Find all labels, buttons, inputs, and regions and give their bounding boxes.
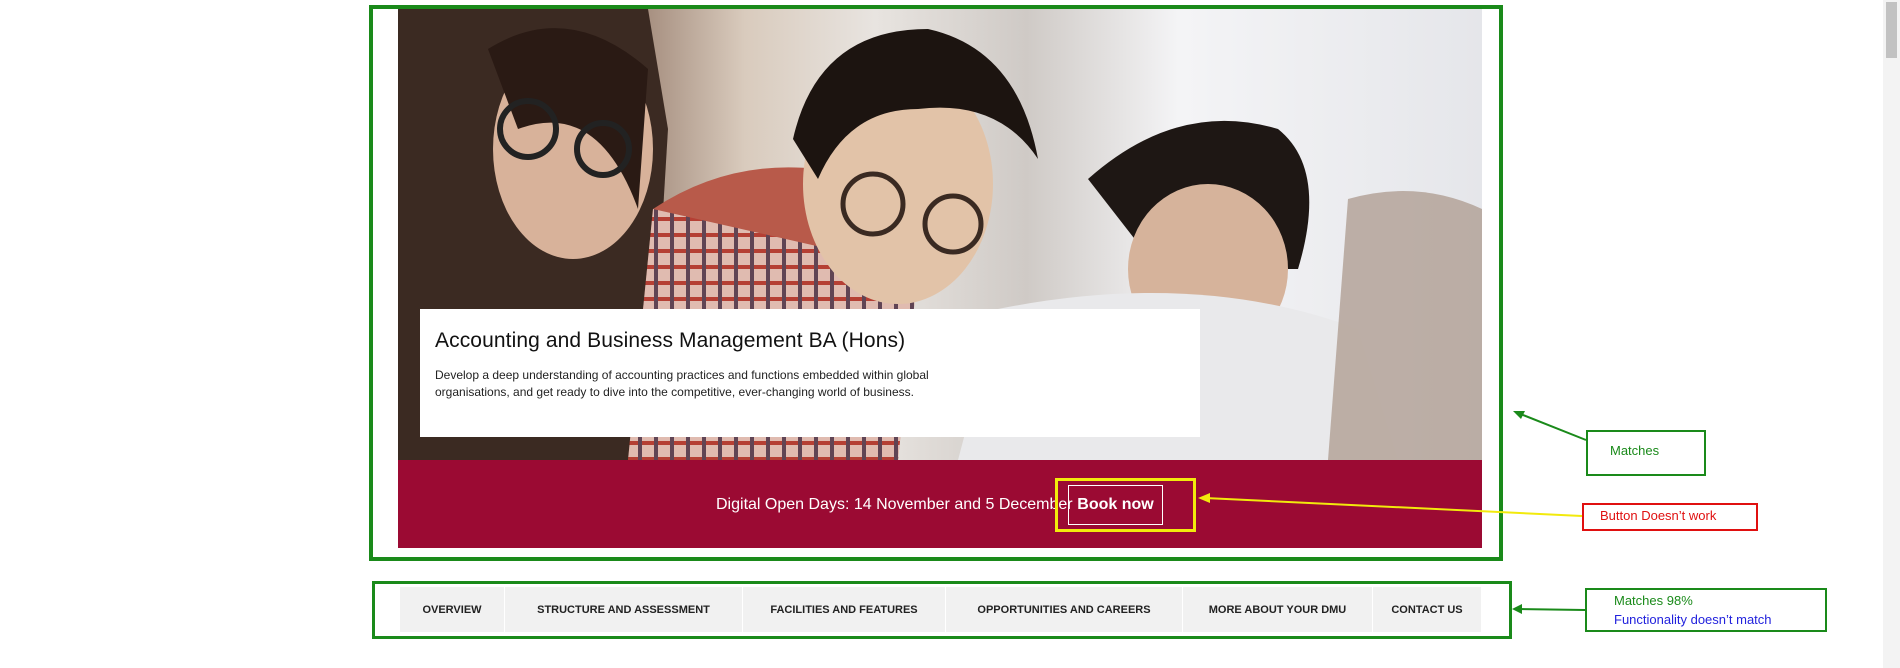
arrow-matches: [1517, 412, 1587, 441]
vertical-scrollbar[interactable]: [1883, 0, 1900, 668]
arrow-button: [1204, 497, 1583, 517]
page: Accounting and Business Management BA (H…: [0, 0, 1900, 668]
scrollbar-thumb[interactable]: [1886, 2, 1897, 58]
arrow-nav: [1517, 608, 1586, 611]
annotation-arrows: [1198, 411, 1587, 614]
arrow-head-icon: [1512, 604, 1522, 614]
arrow-head-icon: [1198, 493, 1210, 503]
